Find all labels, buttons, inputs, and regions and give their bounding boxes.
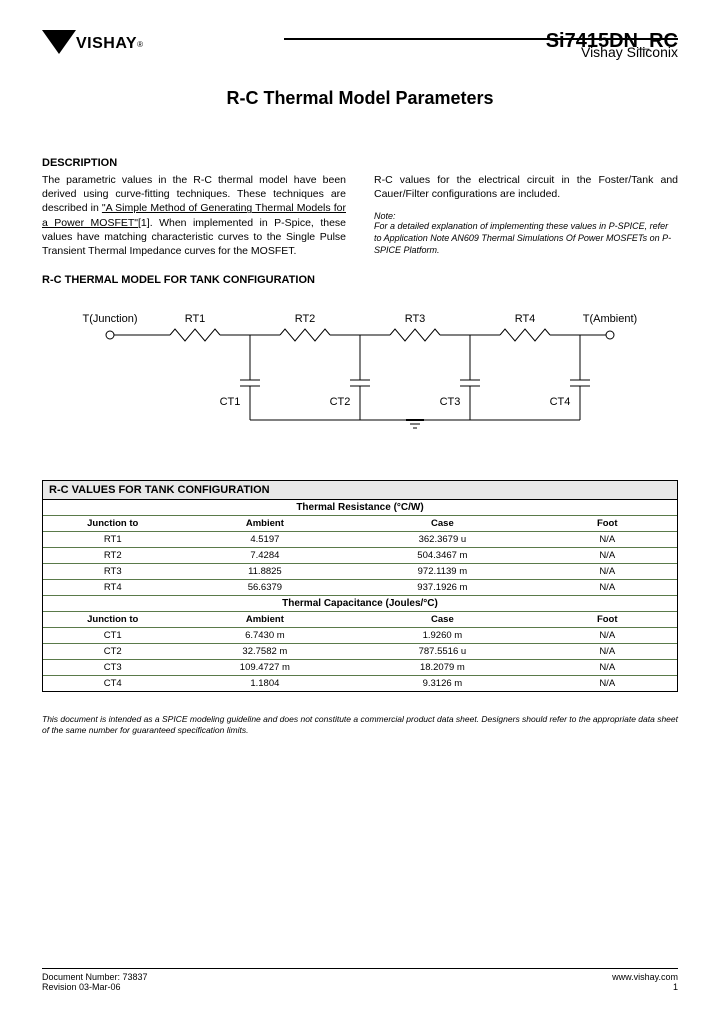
table-row: CT41.18049.3126 mN/A [43, 676, 677, 692]
footer-url: www.vishay.com [612, 972, 678, 982]
table-cell: N/A [537, 660, 677, 676]
col-junction: Junction to [43, 516, 182, 532]
table-cell: CT1 [43, 628, 182, 644]
table-cell: N/A [537, 548, 677, 564]
footer-rule [42, 968, 678, 969]
label-tambient: T(Ambient) [583, 313, 637, 325]
table-title: R-C VALUES FOR TANK CONFIGURATION [43, 481, 677, 500]
page-title: R-C Thermal Model Parameters [42, 88, 678, 109]
label-ct2: CT2 [330, 396, 351, 408]
table-cell: 32.7582 m [182, 644, 347, 660]
col-junction: Junction to [43, 612, 182, 628]
table-cell: 1.1804 [182, 676, 347, 692]
table-cell: 972.1139 m [347, 564, 537, 580]
table-cell: N/A [537, 644, 677, 660]
page-number: 1 [612, 982, 678, 992]
table-cell: RT1 [43, 532, 182, 548]
vishay-logo-icon [42, 30, 76, 58]
table-cell: N/A [537, 564, 677, 580]
doc-number: Document Number: 73837 [42, 972, 148, 982]
table-header-row: Junction to Ambient Case Foot [43, 516, 677, 532]
table-cell: N/A [537, 580, 677, 596]
table-cell: CT2 [43, 644, 182, 660]
table-cell: N/A [537, 676, 677, 692]
col-case: Case [347, 516, 537, 532]
table-cell: 1.9260 m [347, 628, 537, 644]
table-row: RT311.8825972.1139 mN/A [43, 564, 677, 580]
table-row: CT16.7430 m1.9260 mN/A [43, 628, 677, 644]
table-cell: CT4 [43, 676, 182, 692]
col-ambient: Ambient [182, 516, 347, 532]
table-cell: RT3 [43, 564, 182, 580]
table-cell: 18.2079 m [347, 660, 537, 676]
revision: Revision 03-Mar-06 [42, 982, 148, 992]
registered-mark: ® [137, 40, 143, 49]
table-cell: 56.6379 [182, 580, 347, 596]
table-cell: 787.5516 u [347, 644, 537, 660]
table-cell: 109.4727 m [182, 660, 347, 676]
logo-text: VISHAY [76, 35, 137, 53]
col-case: Case [347, 612, 537, 628]
description-right: R-C values for the electrical circuit in… [374, 173, 678, 201]
table-cell: CT3 [43, 660, 182, 676]
table-cell: RT2 [43, 548, 182, 564]
table-cell: 504.3467 m [347, 548, 537, 564]
sub-title-resistance: Thermal Resistance (°C/W) [43, 500, 677, 516]
label-ct4: CT4 [550, 396, 571, 408]
table-cell: RT4 [43, 580, 182, 596]
label-ct1: CT1 [220, 396, 241, 408]
note-text: For a detailed explanation of implementi… [374, 221, 678, 256]
label-rt3: RT3 [405, 313, 426, 325]
table-row: RT27.4284504.3467 mN/A [43, 548, 677, 564]
table-row: RT456.6379937.1926 mN/A [43, 580, 677, 596]
disclaimer: This document is intended as a SPICE mod… [42, 714, 678, 735]
label-rt1: RT1 [185, 313, 206, 325]
col-foot: Foot [537, 612, 677, 628]
table-cell: N/A [537, 532, 677, 548]
sub-title-capacitance: Thermal Capacitance (Joules/°C) [43, 595, 677, 612]
table-header-row: Junction to Ambient Case Foot [43, 612, 677, 628]
table-cell: 362.3679 u [347, 532, 537, 548]
label-tjunction: T(Junction) [82, 313, 137, 325]
table-cell: 9.3126 m [347, 676, 537, 692]
table-cell: 6.7430 m [182, 628, 347, 644]
table-row: CT3109.4727 m18.2079 mN/A [43, 660, 677, 676]
section-heading-tank: R-C THERMAL MODEL FOR TANK CONFIGURATION [42, 274, 678, 286]
label-rt2: RT2 [295, 313, 316, 325]
rc-values-table: R-C VALUES FOR TANK CONFIGURATION Therma… [42, 480, 678, 692]
table-row: RT14.5197362.3679 uN/A [43, 532, 677, 548]
label-rt4: RT4 [515, 313, 536, 325]
col-foot: Foot [537, 516, 677, 532]
table-cell: N/A [537, 628, 677, 644]
table-cell: 4.5197 [182, 532, 347, 548]
table-cell: 7.4284 [182, 548, 347, 564]
logo: VISHAY® [42, 30, 143, 58]
label-ct3: CT3 [440, 396, 461, 408]
note-label: Note: [374, 211, 678, 221]
circuit-diagram: T(Junction) T(Ambient) RT1 RT2 RT3 RT4 C… [42, 310, 678, 440]
table-row: CT232.7582 m787.5516 uN/A [43, 644, 677, 660]
table-cell: 11.8825 [182, 564, 347, 580]
description-left: The parametric values in the R-C thermal… [42, 173, 346, 258]
table-cell: 937.1926 m [347, 580, 537, 596]
col-ambient: Ambient [182, 612, 347, 628]
description-heading: DESCRIPTION [42, 157, 678, 169]
